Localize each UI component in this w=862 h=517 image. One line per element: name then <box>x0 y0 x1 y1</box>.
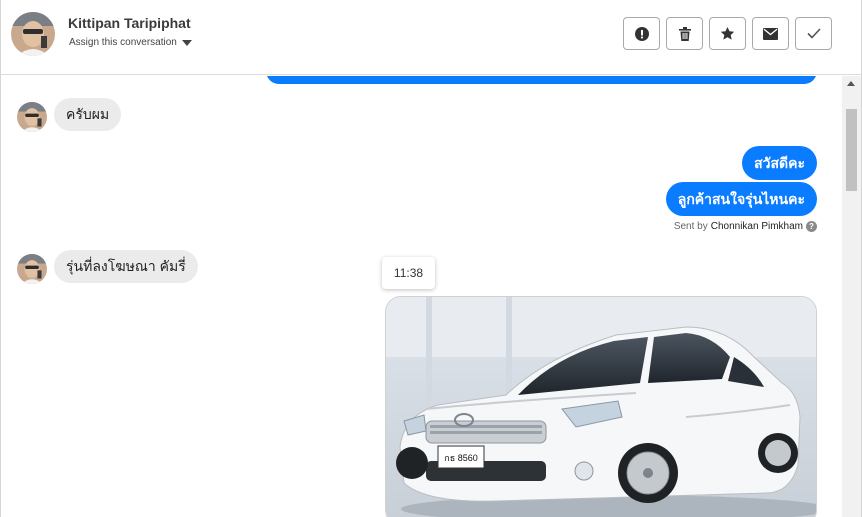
mark-done-button[interactable] <box>795 17 832 50</box>
trash-icon <box>678 26 691 41</box>
message-scrollbar[interactable] <box>842 76 861 517</box>
spam-button[interactable] <box>623 17 660 50</box>
envelope-icon <box>763 27 778 40</box>
caret-down-icon <box>181 39 192 46</box>
license-plate: กธ 8560 <box>444 453 477 463</box>
incoming-message-bubble[interactable]: รุ่นที่ลงโฆษณา คัมรี่ <box>54 250 198 283</box>
sender-name: Chonnikan Pimkham <box>710 221 803 232</box>
message-timestamp: 11:38 <box>382 257 435 289</box>
contact-avatar-small <box>17 254 47 284</box>
conversation-header: Kittipan Taripiphat Assign this conversa… <box>1 0 861 75</box>
mark-unread-button[interactable] <box>752 17 789 50</box>
scroll-up-arrow-icon[interactable] <box>847 81 855 86</box>
shared-car-image[interactable]: กธ 8560 <box>385 296 817 517</box>
assign-label: Assign this conversation <box>69 37 177 48</box>
outgoing-message-bubble[interactable]: ลูกค้าสนใจรุ่นไหนคะ <box>665 182 817 216</box>
conversation-panel: Kittipan Taripiphat Assign this conversa… <box>0 0 862 517</box>
incoming-message-bubble[interactable]: ครับผม <box>54 98 122 131</box>
sent-by-prefix: Sent by <box>673 221 708 232</box>
star-button[interactable] <box>709 17 746 50</box>
header-actions <box>623 17 832 50</box>
assign-conversation-dropdown[interactable]: Assign this conversation <box>69 37 192 48</box>
sent-by-line: Sent by Chonnikan Pimkham ? <box>674 221 817 232</box>
contact-name: Kittipan Taripiphat <box>68 15 191 31</box>
contact-avatar-small <box>17 102 47 132</box>
exclamation-icon <box>634 26 649 41</box>
help-icon[interactable]: ? <box>806 221 817 232</box>
checkmark-icon <box>806 28 821 39</box>
message-list[interactable]: ครับผม สวัสดีคะ ลูกค้าสนใจรุ่นไหนคะ Sent… <box>1 76 842 517</box>
scroll-thumb[interactable] <box>846 109 857 191</box>
delete-button[interactable] <box>666 17 703 50</box>
outgoing-message-bubble[interactable]: สวัสดีคะ <box>742 146 817 180</box>
contact-avatar[interactable] <box>11 12 55 56</box>
previous-message-bubble <box>266 76 817 84</box>
star-icon <box>720 26 735 40</box>
